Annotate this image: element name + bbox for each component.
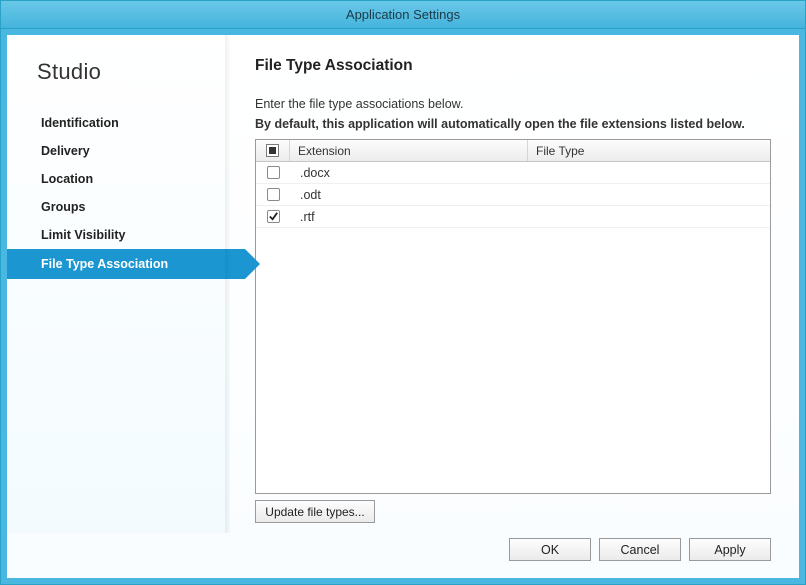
sidebar-item-location[interactable]: Location [7, 165, 229, 193]
extension-cell: .docx [290, 166, 528, 180]
apply-button[interactable]: Apply [689, 538, 771, 561]
nav-list: Identification Delivery Location Groups … [7, 109, 229, 279]
table-row[interactable]: .docx [256, 162, 770, 184]
cancel-button[interactable]: Cancel [599, 538, 681, 561]
table-row[interactable]: .rtf [256, 206, 770, 228]
row-checkbox[interactable] [267, 166, 280, 179]
column-extension[interactable]: Extension [290, 140, 528, 161]
content-border: Studio Identification Delivery Location … [1, 29, 805, 584]
sidebar: Studio Identification Delivery Location … [7, 35, 229, 533]
window-title: Application Settings [346, 7, 460, 22]
instruction-text-2: By default, this application will automa… [255, 117, 771, 131]
instruction-text-1: Enter the file type associations below. [255, 97, 771, 111]
sidebar-item-limit-visibility[interactable]: Limit Visibility [7, 221, 229, 249]
sidebar-item-delivery[interactable]: Delivery [7, 137, 229, 165]
extension-cell: .odt [290, 188, 528, 202]
file-type-table: Extension File Type .docx .odt [255, 139, 771, 494]
column-filetype[interactable]: File Type [528, 140, 770, 161]
table-header: Extension File Type [256, 140, 770, 162]
studio-heading: Studio [7, 59, 229, 109]
select-all-header[interactable] [256, 140, 290, 161]
title-bar: Application Settings [1, 1, 805, 29]
extension-cell: .rtf [290, 210, 528, 224]
page-title: File Type Association [255, 57, 771, 75]
main-panel: File Type Association Enter the file typ… [229, 35, 799, 533]
sidebar-item-identification[interactable]: Identification [7, 109, 229, 137]
sidebar-item-groups[interactable]: Groups [7, 193, 229, 221]
tri-state-checkbox-icon [266, 144, 279, 157]
sidebar-item-file-type-association[interactable]: File Type Association [7, 249, 245, 279]
ok-button[interactable]: OK [509, 538, 591, 561]
update-file-types-button[interactable]: Update file types... [255, 500, 375, 523]
row-checkbox[interactable] [267, 188, 280, 201]
content-area: Studio Identification Delivery Location … [7, 35, 799, 578]
table-row[interactable]: .odt [256, 184, 770, 206]
row-checkbox[interactable] [267, 210, 280, 223]
window-frame: Application Settings Studio Identificati… [0, 0, 806, 585]
dialog-footer: OK Cancel Apply [7, 533, 799, 578]
